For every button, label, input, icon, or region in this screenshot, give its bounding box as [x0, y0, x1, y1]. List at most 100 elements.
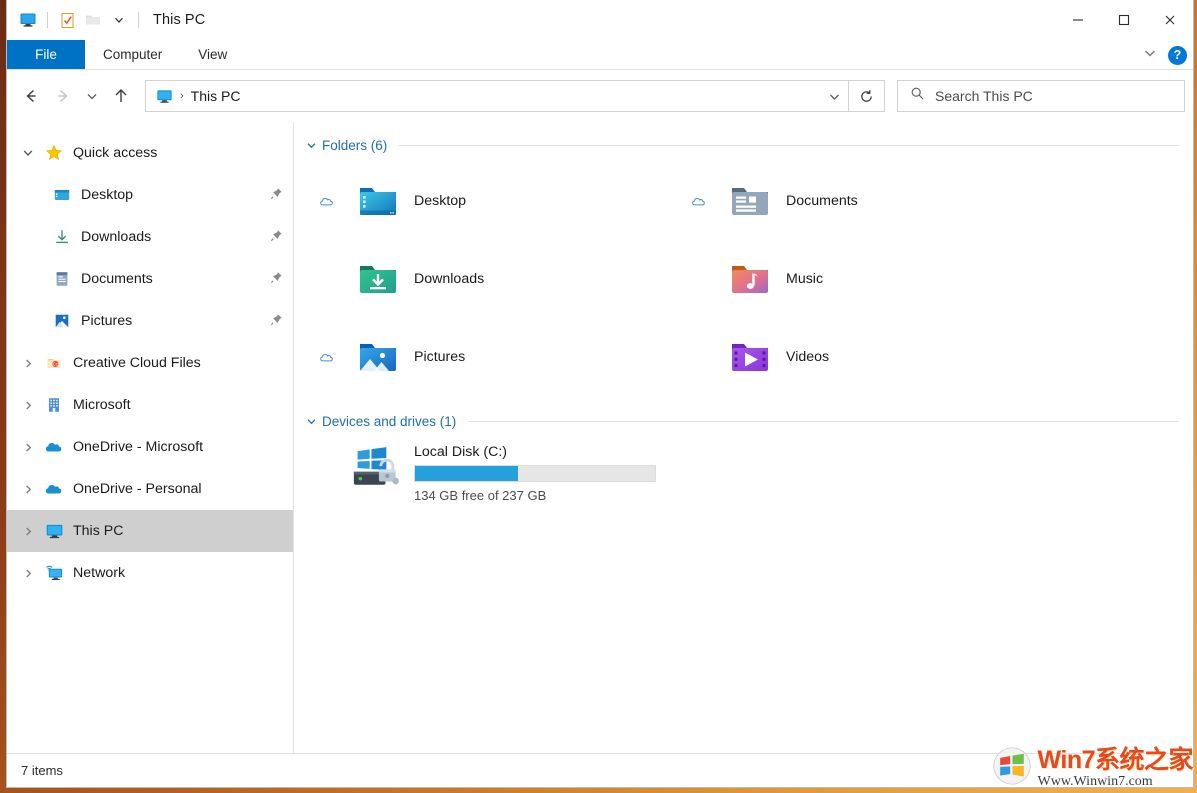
site-watermark: Win7系统之家 Www.Winwin7.com	[992, 746, 1194, 791]
drives-group-header[interactable]: Devices and drives (1)	[306, 410, 1179, 432]
sidebar-item-onedrive-microsoft[interactable]: OneDrive - Microsoft	[7, 426, 293, 468]
up-button[interactable]	[105, 80, 137, 112]
cloud-status-icon	[678, 193, 720, 210]
maximize-button[interactable]	[1101, 0, 1147, 40]
drive-capacity-bar	[414, 465, 656, 482]
svg-text:Cc: Cc	[53, 361, 59, 366]
window-title: This PC	[153, 12, 205, 28]
folder-tile-pictures[interactable]: Pictures	[306, 318, 678, 396]
folders-tile-grid: Desktop	[306, 162, 1179, 396]
documents-icon	[49, 270, 75, 288]
local-disk-bitlocker-icon	[348, 440, 408, 490]
drives-tile-grid: Local Disk (C:) 134 GB free of 237 GB	[306, 440, 1179, 516]
sidebar-item-downloads[interactable]: Downloads	[7, 216, 293, 258]
expand-ribbon-chevron-icon[interactable]	[1142, 45, 1158, 66]
chevron-right-icon[interactable]	[15, 442, 41, 453]
tab-view[interactable]: View	[180, 40, 245, 69]
monitor-icon[interactable]	[15, 7, 41, 33]
sidebar-item-quick-access[interactable]: Quick access	[7, 132, 293, 174]
group-divider	[399, 145, 1179, 146]
folder-tile-videos[interactable]: Videos	[678, 318, 1050, 396]
sidebar-item-label: Network	[73, 565, 125, 581]
folder-label: Videos	[786, 349, 829, 365]
sidebar-item-microsoft[interactable]: Microsoft	[7, 384, 293, 426]
chevron-right-icon[interactable]	[15, 568, 41, 579]
minimize-button[interactable]	[1055, 0, 1101, 40]
chevron-right-icon[interactable]	[15, 400, 41, 411]
sidebar-item-network[interactable]: Network	[7, 552, 293, 594]
chevron-down-icon[interactable]	[306, 416, 322, 427]
caption-buttons	[1055, 0, 1193, 40]
downloads-folder-icon	[348, 255, 408, 303]
breadcrumb-dropdown-icon[interactable]	[820, 81, 848, 111]
cloud-status-icon	[306, 349, 348, 366]
toolbar-separator	[47, 12, 48, 28]
sidebar-item-desktop[interactable]: Desktop	[7, 174, 293, 216]
drive-free-text: 134 GB free of 237 GB	[414, 488, 656, 503]
folder-tile-desktop[interactable]: Desktop	[306, 162, 678, 240]
chevron-right-icon[interactable]	[15, 526, 41, 537]
chevron-right-icon[interactable]	[15, 358, 41, 369]
sidebar-item-label: Desktop	[81, 187, 133, 203]
drive-capacity-fill	[415, 466, 518, 481]
documents-folder-icon	[720, 177, 780, 225]
tab-file[interactable]: File	[7, 40, 85, 69]
watermark-sub: Www.Winwin7.com	[1038, 775, 1194, 789]
cloud-status-icon	[306, 193, 348, 210]
sidebar-item-label: OneDrive - Personal	[73, 481, 202, 497]
address-breadcrumb-bar[interactable]: › This PC	[145, 80, 849, 112]
chevron-down-icon[interactable]	[15, 147, 41, 159]
breadcrumb-separator: ›	[180, 90, 184, 102]
sidebar-item-label: Documents	[81, 271, 153, 287]
folder-label: Documents	[786, 193, 858, 209]
folder-tile-documents[interactable]: Documents	[678, 162, 1050, 240]
body-split: Quick access Desktop	[7, 122, 1193, 753]
chevron-right-icon[interactable]	[15, 484, 41, 495]
recent-locations-chevron-icon[interactable]	[79, 80, 105, 112]
breadcrumb-this-pc[interactable]: This PC	[191, 88, 241, 104]
forward-button[interactable]	[47, 80, 79, 112]
folder-label: Desktop	[414, 193, 466, 209]
drive-label: Local Disk (C:)	[414, 444, 656, 460]
star-icon	[41, 144, 67, 162]
file-explorer-window: This PC File Computer View ?	[6, 0, 1194, 788]
folder-icon[interactable]	[80, 7, 106, 33]
windows-logo-icon	[992, 746, 1032, 791]
ribbon-right-controls: ?	[1142, 40, 1187, 70]
desktop-folder-icon	[348, 177, 408, 225]
pictures-folder-icon	[348, 333, 408, 381]
tab-computer[interactable]: Computer	[85, 40, 180, 69]
sidebar-item-label: OneDrive - Microsoft	[73, 439, 203, 455]
toolbar-separator-2	[138, 12, 139, 28]
sidebar-item-onedrive-personal[interactable]: OneDrive - Personal	[7, 468, 293, 510]
sidebar-item-this-pc[interactable]: This PC	[7, 510, 293, 552]
folder-tile-music[interactable]: Music	[678, 240, 1050, 318]
drive-info: Local Disk (C:) 134 GB free of 237 GB	[414, 440, 656, 503]
ribbon-tab-strip: File Computer View ?	[7, 40, 1193, 70]
folders-group-header[interactable]: Folders (6)	[306, 134, 1179, 156]
back-button[interactable]	[15, 80, 47, 112]
help-button[interactable]: ?	[1168, 46, 1187, 65]
pin-icon[interactable]	[270, 271, 283, 287]
drive-tile-local-disk-c[interactable]: Local Disk (C:) 134 GB free of 237 GB	[306, 440, 1179, 516]
pin-icon[interactable]	[270, 229, 283, 245]
monitor-icon	[41, 522, 67, 541]
pin-icon[interactable]	[270, 313, 283, 329]
pin-icon[interactable]	[270, 187, 283, 203]
folder-tile-downloads[interactable]: Downloads	[306, 240, 678, 318]
sidebar-item-creative-cloud-files[interactable]: Cc Creative Cloud Files	[7, 342, 293, 384]
search-input[interactable]: Search This PC	[897, 80, 1185, 112]
sidebar-item-documents[interactable]: Documents	[7, 258, 293, 300]
quick-access-toolbar	[7, 7, 145, 33]
sidebar-item-label: This PC	[73, 523, 123, 539]
refresh-button[interactable]	[849, 80, 885, 112]
folder-label: Music	[786, 271, 823, 287]
network-icon	[41, 564, 67, 583]
close-button[interactable]	[1147, 0, 1193, 40]
search-placeholder: Search This PC	[935, 88, 1033, 104]
properties-checkmark-icon[interactable]	[54, 7, 80, 33]
chevron-down-icon[interactable]	[306, 140, 322, 151]
chevron-down-icon[interactable]	[106, 7, 132, 33]
status-item-count: 7 items	[21, 763, 63, 778]
sidebar-item-pictures[interactable]: Pictures	[7, 300, 293, 342]
